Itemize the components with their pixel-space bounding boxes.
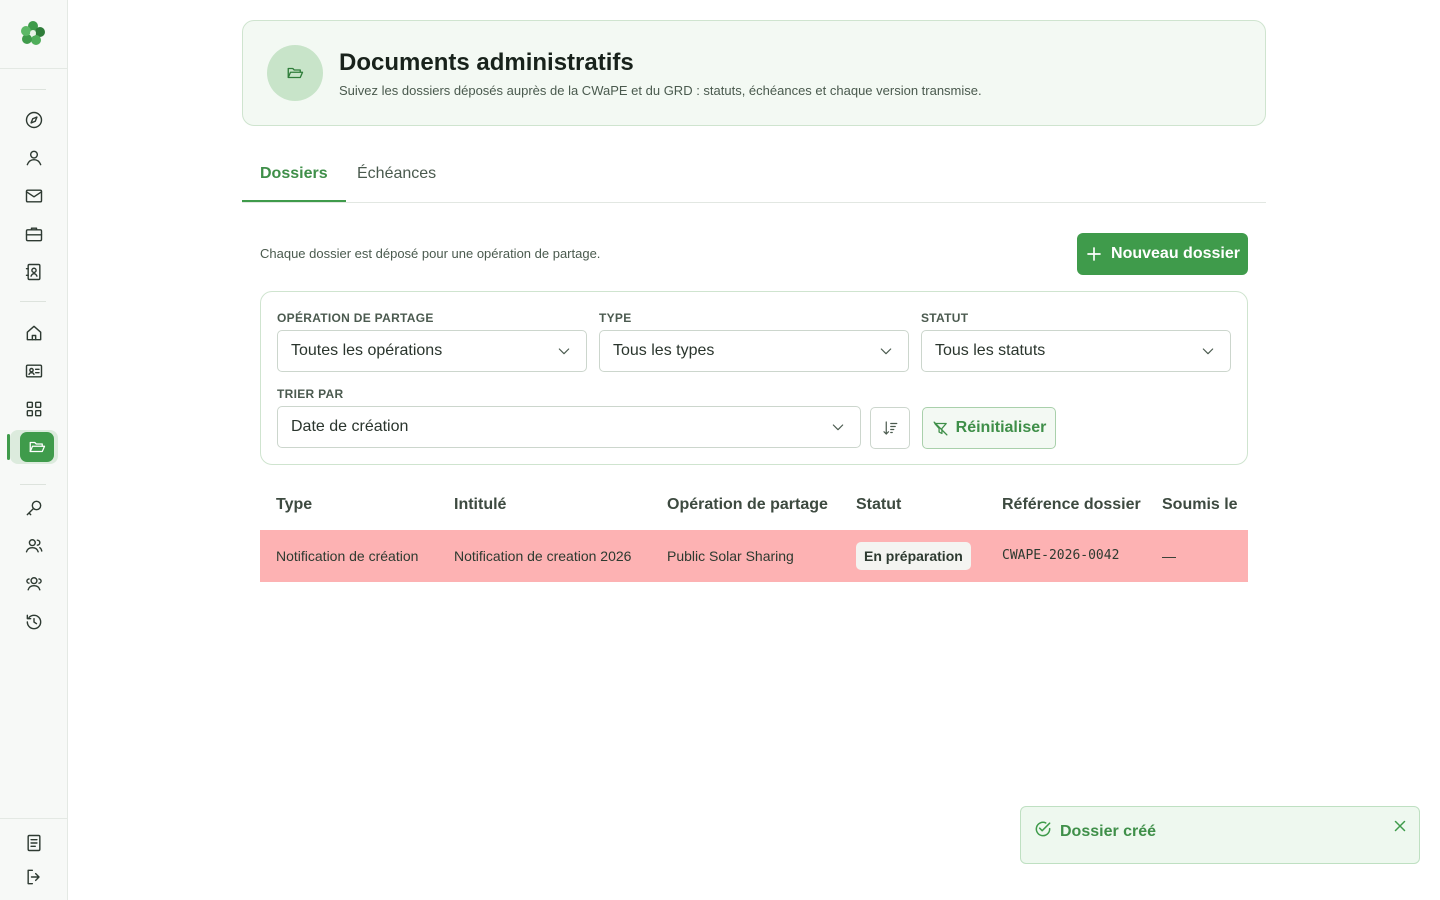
nav-grid[interactable]: [14, 393, 54, 425]
sort-select-value: Date de création: [291, 418, 409, 435]
nav-groups[interactable]: [14, 568, 54, 600]
chevron-down-icon: [830, 419, 846, 435]
column-header-operation[interactable]: Opération de partage: [667, 496, 828, 514]
filter-status-label: STATUT: [921, 311, 969, 325]
sidebar-divider: [20, 484, 46, 485]
new-dossier-label: Nouveau dossier: [1111, 245, 1240, 262]
cell-type: Notification de création: [276, 548, 419, 564]
sidebar-divider: [20, 89, 46, 90]
reset-filters-button[interactable]: Réinitialiser: [922, 407, 1056, 449]
key-icon: [26, 500, 42, 516]
cell-title: Notification de creation 2026: [454, 548, 632, 564]
filter-reset-icon: [933, 420, 948, 436]
sort-descending-icon: [883, 421, 898, 435]
status-select-value: Tous les statuts: [935, 342, 1046, 359]
intro-text: Chaque dossier est déposé pour une opéra…: [260, 246, 601, 261]
sidebar-divider: [20, 301, 46, 302]
nav-briefcase[interactable]: [14, 218, 54, 250]
success-toast: Dossier créé: [1020, 806, 1420, 864]
nav-profile[interactable]: [14, 142, 54, 174]
toast-message: Dossier créé: [1060, 823, 1157, 840]
plus-icon: [1087, 247, 1101, 261]
status-select[interactable]: Tous les statuts: [921, 330, 1231, 372]
cell-reference: CWAPE-2026-0042: [1002, 548, 1120, 563]
sidebar-divider: [0, 68, 67, 69]
tab-echeances[interactable]: Échéances: [339, 164, 454, 202]
cell-submitted: —: [1162, 548, 1176, 564]
column-header-type[interactable]: Type: [276, 496, 312, 514]
filter-operation-label: OPÉRATION DE PARTAGE: [277, 311, 434, 325]
mail-icon: [25, 189, 43, 203]
nav-documents[interactable]: [10, 430, 58, 464]
users-icon: [25, 539, 43, 553]
operation-select[interactable]: Toutes les opérations: [277, 330, 587, 372]
status-badge: En préparation: [856, 542, 971, 570]
home-icon: [26, 325, 42, 341]
chevron-down-icon: [1200, 343, 1216, 359]
page-title: Documents administratifs: [339, 49, 634, 76]
close-icon[interactable]: [1391, 817, 1409, 835]
nav-docs[interactable]: [14, 827, 54, 859]
table-row[interactable]: Notification de création Notification de…: [260, 530, 1248, 582]
nav-compass[interactable]: [14, 104, 54, 136]
check-circle-icon: [1033, 819, 1053, 839]
grid-icon: [26, 401, 42, 417]
sort-label: TRIER PAR: [277, 387, 344, 401]
nav-id-card[interactable]: [14, 355, 54, 387]
page-subtitle: Suivez les dossiers déposés auprès de la…: [339, 83, 982, 98]
operation-select-value: Toutes les opérations: [291, 342, 443, 359]
filter-panel: OPÉRATION DE PARTAGE Toutes les opératio…: [260, 291, 1248, 465]
sort-direction-button[interactable]: [870, 407, 910, 449]
users-group-icon: [26, 577, 42, 591]
nav-home[interactable]: [14, 317, 54, 349]
nav-contacts[interactable]: [14, 256, 54, 288]
nav-history[interactable]: [14, 606, 54, 638]
chevron-down-icon: [878, 343, 894, 359]
type-select-value: Tous les types: [613, 342, 715, 359]
column-header-reference[interactable]: Référence dossier: [1002, 496, 1141, 514]
chevron-down-icon: [556, 343, 572, 359]
briefcase-icon: [25, 227, 43, 242]
nav-users[interactable]: [14, 530, 54, 562]
cell-operation: Public Solar Sharing: [667, 548, 794, 564]
logout-icon: [27, 869, 40, 885]
nav-keys[interactable]: [14, 492, 54, 524]
table-header: Type Intitulé Opération de partage Statu…: [260, 482, 1248, 528]
contact-card-icon: [25, 263, 41, 281]
column-header-title[interactable]: Intitulé: [454, 496, 506, 514]
sidebar-divider: [0, 818, 67, 819]
nav-logout[interactable]: [14, 861, 54, 893]
app-logo[interactable]: [18, 18, 48, 48]
compass-icon: [25, 111, 43, 129]
tab-dossiers[interactable]: Dossiers: [242, 164, 346, 202]
new-dossier-button[interactable]: Nouveau dossier: [1077, 233, 1248, 275]
sidebar: [0, 0, 68, 900]
nav-mail[interactable]: [14, 180, 54, 212]
reset-filters-label: Réinitialiser: [955, 419, 1047, 436]
user-icon: [26, 150, 42, 166]
page-header: Documents administratifs Suivez les doss…: [242, 20, 1266, 126]
tab-bar: Dossiers Échéances: [242, 150, 1266, 203]
filter-type-label: TYPE: [599, 311, 632, 325]
column-header-status[interactable]: Statut: [856, 496, 901, 514]
folder-open-icon: [267, 45, 323, 101]
sort-select[interactable]: Date de création: [277, 406, 861, 448]
document-icon: [27, 834, 41, 852]
column-header-submitted[interactable]: Soumis le: [1162, 496, 1238, 514]
folder-open-icon: [29, 441, 46, 453]
history-icon: [26, 614, 42, 630]
id-card-icon: [25, 364, 43, 378]
type-select[interactable]: Tous les types: [599, 330, 909, 372]
